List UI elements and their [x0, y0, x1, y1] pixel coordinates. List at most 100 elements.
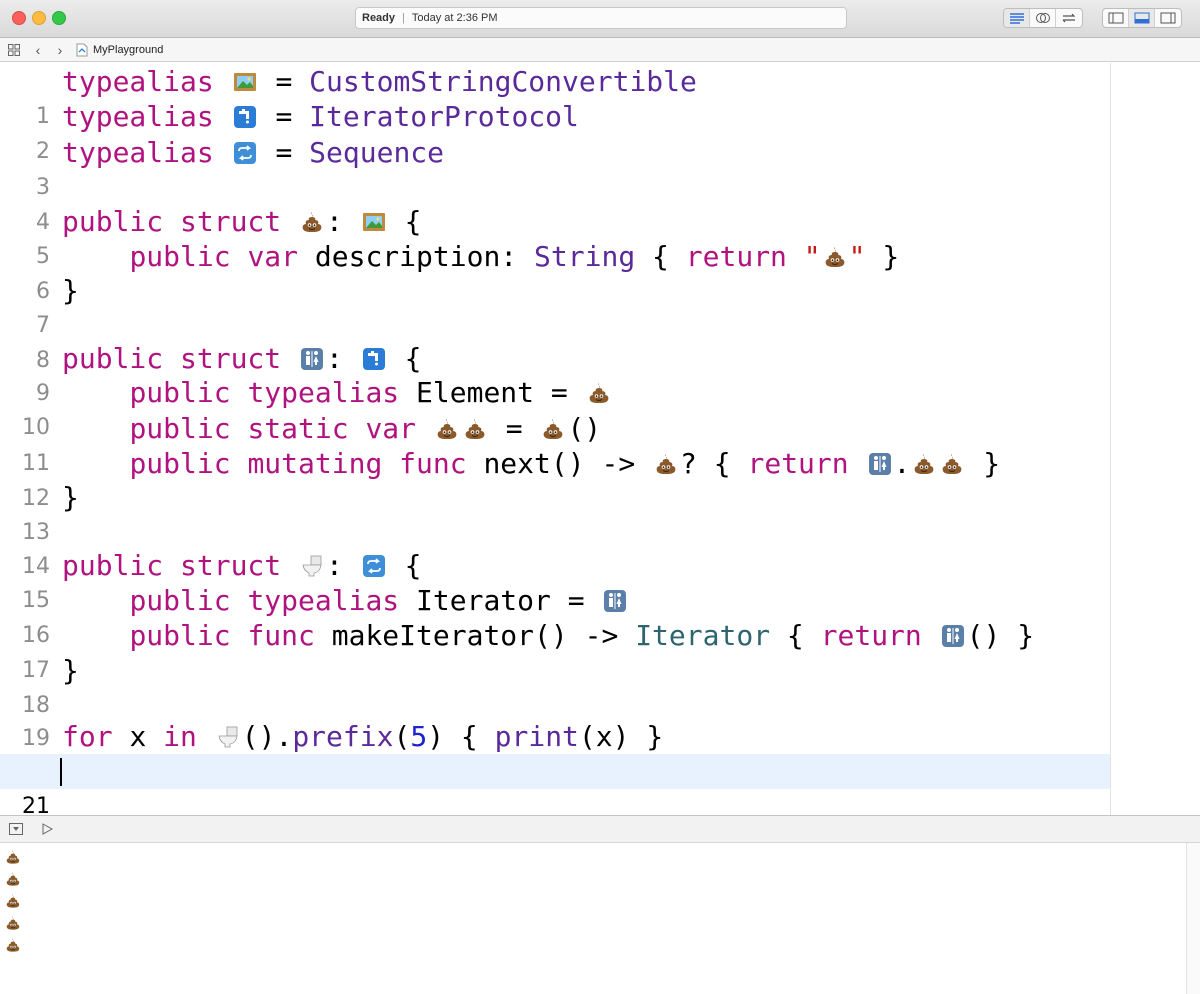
potable-water-icon — [231, 99, 259, 134]
punctuation: : — [326, 549, 343, 582]
toggle-debug-area-button[interactable] — [1129, 9, 1155, 27]
current-code-line[interactable]: 21 — [0, 754, 1110, 815]
identifier: next() — [483, 447, 585, 480]
keyword: public mutating func — [129, 447, 467, 480]
back-chevron-icon[interactable]: ‹ — [30, 42, 46, 58]
pile-of-poo-icon — [821, 239, 849, 274]
punctuation: } — [882, 240, 900, 273]
code-line: 17 public func makeIterator() -> Iterato… — [0, 618, 1110, 683]
punctuation: } — [62, 274, 79, 307]
console-line — [5, 871, 21, 893]
code-line: 12 public mutating func next() -> ? { re… — [0, 446, 1110, 511]
hide-debug-area-button[interactable] — [9, 822, 23, 836]
type-name: String — [534, 240, 636, 273]
identifier: Iterator — [416, 584, 551, 617]
code-line: 15 public struct : { — [0, 548, 1110, 613]
close-window-button[interactable] — [12, 11, 26, 25]
punctuation: . — [893, 447, 911, 480]
toggle-utilities-button[interactable] — [1155, 9, 1181, 27]
status-separator: | — [402, 12, 405, 24]
code-line: 20 for x in ().prefix(5) { print(x) } — [0, 719, 1110, 784]
minimize-window-button[interactable] — [32, 11, 46, 25]
console-line — [5, 915, 21, 937]
pile-of-poo-icon — [5, 937, 21, 953]
pile-of-poo-icon — [5, 849, 21, 865]
code-line: 19 — [0, 686, 1110, 751]
punctuation: } — [62, 654, 79, 687]
jump-bar: ‹ › MyPlayground — [0, 38, 1200, 62]
punctuation: { — [404, 549, 422, 582]
keyword: return — [747, 447, 849, 480]
operator: -> — [584, 619, 619, 652]
debug-bar — [0, 815, 1200, 843]
pile-of-poo-icon — [5, 893, 21, 909]
keyword: public typealias — [129, 376, 400, 409]
punctuation: (). — [241, 720, 293, 753]
code-line: 10 public typealias Element = — [0, 375, 1110, 440]
results-sidebar — [1110, 63, 1200, 815]
code-line: 2 typealias = IteratorProtocol — [0, 99, 1110, 164]
string-quote: " — [848, 240, 866, 273]
toggle-navigator-button[interactable] — [1103, 9, 1129, 27]
punctuation: : — [326, 342, 343, 375]
run-playground-button[interactable] — [40, 822, 54, 836]
restroom-icon — [601, 583, 629, 618]
forward-chevron-icon[interactable]: › — [52, 42, 68, 58]
standard-editor-button[interactable] — [1004, 9, 1030, 27]
keyword: public static var — [129, 412, 417, 445]
punctuation: ( — [393, 720, 411, 753]
console-output[interactable] — [0, 843, 1200, 994]
left-panel-icon — [1108, 12, 1123, 24]
keyword: typealias — [62, 136, 214, 169]
activity-status-box: Ready | Today at 2:36 PM — [355, 7, 847, 29]
code-line: 7 } — [0, 273, 1110, 338]
line-number: 21 — [22, 794, 50, 815]
framed-picture-icon — [360, 204, 388, 239]
operator: = — [275, 100, 293, 133]
zoom-window-button[interactable] — [52, 11, 66, 25]
punctuation: { — [652, 240, 669, 273]
code-line: 13 } — [0, 480, 1110, 545]
breadcrumb-file-name[interactable]: MyPlayground — [93, 44, 163, 56]
keyword: public struct — [62, 342, 282, 375]
pile-of-poo-icon — [433, 411, 461, 446]
status-text: Ready — [362, 12, 396, 24]
bottom-panel-icon — [1134, 12, 1149, 24]
potable-water-icon — [360, 341, 388, 376]
keyword: typealias — [62, 65, 214, 98]
source-editor[interactable]: 1 typealias = CustomStringConvertible 2 … — [0, 63, 1200, 815]
repeat-icon — [231, 135, 259, 170]
type-name: CustomStringConvertible — [309, 65, 697, 98]
title-bar: Ready | Today at 2:36 PM — [0, 0, 1200, 38]
assistant-editor-button[interactable] — [1030, 9, 1056, 27]
console-scrollbar[interactable] — [1186, 843, 1200, 994]
operator: = — [567, 584, 585, 617]
swap-arrows-icon — [1062, 13, 1076, 23]
code-line: 3 typealias = Sequence — [0, 135, 1110, 200]
identifier: makeIterator() — [331, 619, 568, 652]
status-timestamp: Today at 2:36 PM — [411, 12, 498, 24]
text-cursor — [60, 758, 62, 786]
restroom-icon — [939, 618, 967, 653]
version-editor-button[interactable] — [1056, 9, 1082, 27]
punctuation: () — [567, 412, 602, 445]
play-icon — [42, 823, 53, 835]
code-line: 11 public static var = () — [0, 411, 1110, 476]
code-line: 16 public typealias Iterator = — [0, 583, 1110, 648]
venn-circles-icon — [1035, 13, 1050, 23]
punctuation: (x) — [578, 720, 630, 753]
align-lines-icon — [1009, 13, 1024, 24]
type-name: Sequence — [309, 136, 445, 169]
type-name: IteratorProtocol — [309, 100, 579, 133]
pile-of-poo-icon — [585, 375, 613, 410]
operator: -> — [601, 447, 636, 480]
punctuation: ? — [680, 447, 697, 480]
keyword: public struct — [62, 205, 282, 238]
keyword: typealias — [62, 100, 214, 133]
related-items-icon[interactable] — [8, 43, 20, 56]
console-line — [5, 937, 21, 959]
console-line — [5, 893, 21, 915]
punctuation: () — [966, 619, 1001, 652]
punctuation: } — [646, 720, 664, 753]
punctuation: : — [326, 205, 343, 238]
